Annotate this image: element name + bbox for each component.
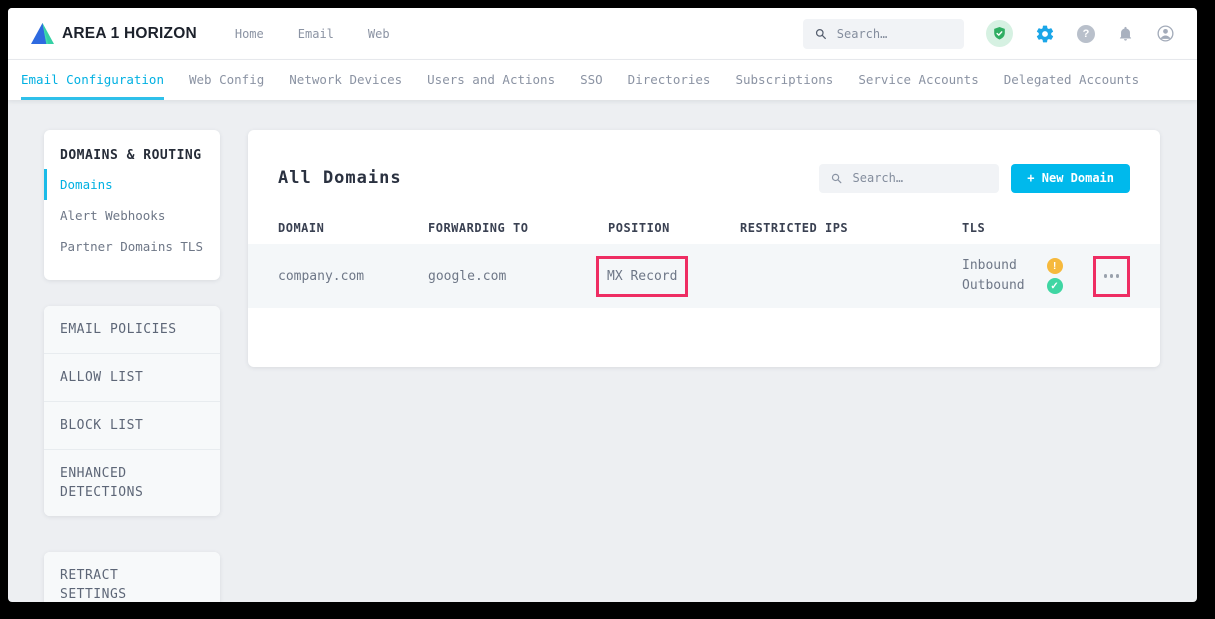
- search-icon: [815, 27, 827, 41]
- global-search-input[interactable]: [837, 27, 952, 41]
- position-cell: MX Record: [608, 256, 740, 297]
- table-header-row: DOMAIN FORWARDING TO POSITION RESTRICTED…: [248, 212, 1160, 244]
- row-actions-menu-button[interactable]: [1093, 256, 1130, 297]
- content-header: All Domains + New Domain: [248, 158, 1160, 198]
- column-header-domain: DOMAIN: [278, 221, 428, 235]
- tab-network-devices[interactable]: Network Devices: [289, 60, 402, 100]
- security-status-button[interactable]: [986, 20, 1013, 47]
- tls-outbound-label: Outbound: [962, 277, 1025, 295]
- column-header-position: POSITION: [608, 221, 740, 235]
- sidebar-item-label: BLOCK LIST: [60, 416, 192, 435]
- sidebar-item-label: EMAIL POLICIES: [60, 320, 192, 339]
- new-domain-button[interactable]: + New Domain: [1011, 164, 1130, 193]
- logo[interactable]: AREA 1 HORIZON: [30, 22, 197, 45]
- app-window: AREA 1 HORIZON Home Email Web: [8, 8, 1197, 602]
- domains-routing-card: DOMAINS & ROUTING Domains Alert Webhooks…: [44, 130, 220, 280]
- check-icon: ✓: [1047, 278, 1063, 294]
- settings-button[interactable]: [1035, 24, 1055, 44]
- tls-cell: Inbound Outbound ! ✓: [962, 257, 1092, 295]
- retract-settings-card: RETRACT SETTINGS: [44, 552, 220, 602]
- help-button[interactable]: ?: [1077, 25, 1095, 43]
- sidebar-item-label: ENHANCED DETECTIONS: [60, 464, 192, 502]
- column-header-forwarding-to: FORWARDING TO: [428, 221, 608, 235]
- sidebar-item-retract-settings[interactable]: RETRACT SETTINGS: [44, 552, 220, 602]
- sidebar: DOMAINS & ROUTING Domains Alert Webhooks…: [44, 130, 220, 602]
- tab-directories[interactable]: Directories: [628, 60, 711, 100]
- account-button[interactable]: [1156, 24, 1175, 43]
- forwarding-to-cell: google.com: [428, 269, 608, 284]
- tab-subscriptions[interactable]: Subscriptions: [735, 60, 833, 100]
- tls-labels: Inbound Outbound: [962, 257, 1025, 295]
- nav-item-email[interactable]: Email: [298, 27, 334, 41]
- tls-status-icons: ! ✓: [1047, 258, 1063, 294]
- tab-email-configuration[interactable]: Email Configuration: [21, 60, 164, 100]
- nav-item-web[interactable]: Web: [368, 27, 390, 41]
- sidebar-section-title: DOMAINS & ROUTING: [44, 148, 220, 169]
- top-navigation: Home Email Web: [235, 27, 390, 41]
- domain-cell: company.com: [278, 269, 428, 284]
- table-row: company.com google.com MX Record Inbound…: [248, 244, 1160, 308]
- sidebar-item-partner-domains-tls[interactable]: Partner Domains TLS: [44, 231, 220, 262]
- ellipsis-icon: [1104, 274, 1108, 278]
- help-icon: ?: [1083, 28, 1090, 40]
- shield-check-icon: [992, 26, 1007, 41]
- bell-icon: [1117, 25, 1134, 42]
- tls-inbound-label: Inbound: [962, 257, 1025, 275]
- tab-service-accounts[interactable]: Service Accounts: [858, 60, 978, 100]
- topbar: AREA 1 HORIZON Home Email Web: [8, 8, 1197, 60]
- logo-text: AREA 1 HORIZON: [62, 25, 197, 43]
- ellipsis-icon: [1116, 274, 1120, 278]
- domains-table: DOMAIN FORWARDING TO POSITION RESTRICTED…: [248, 212, 1160, 308]
- sidebar-item-allow-list[interactable]: ALLOW LIST: [44, 354, 220, 402]
- notifications-button[interactable]: [1117, 25, 1134, 42]
- topbar-right: ?: [803, 19, 1175, 49]
- sidebar-item-block-list[interactable]: BLOCK LIST: [44, 402, 220, 450]
- nav-item-home[interactable]: Home: [235, 27, 264, 41]
- user-icon: [1156, 24, 1175, 43]
- gear-icon: [1035, 24, 1055, 44]
- tab-web-config[interactable]: Web Config: [189, 60, 264, 100]
- content-header-actions: + New Domain: [819, 164, 1130, 193]
- column-header-restricted-ips: RESTRICTED IPS: [740, 221, 962, 235]
- warning-icon: !: [1047, 258, 1063, 274]
- tab-sso[interactable]: SSO: [580, 60, 603, 100]
- page-title: All Domains: [278, 168, 402, 188]
- all-domains-card: All Domains + New Domain DOMAIN FORWA: [248, 130, 1160, 367]
- main-area: DOMAINS & ROUTING Domains Alert Webhooks…: [8, 100, 1197, 602]
- row-actions: [1092, 256, 1130, 297]
- sidebar-item-enhanced-detections[interactable]: ENHANCED DETECTIONS: [44, 450, 220, 516]
- column-header-tls: TLS: [962, 221, 1092, 235]
- section-tabs: Email Configuration Web Config Network D…: [8, 60, 1197, 100]
- domains-search-input[interactable]: [853, 171, 988, 185]
- sidebar-item-alert-webhooks[interactable]: Alert Webhooks: [44, 200, 220, 231]
- search-icon: [831, 172, 842, 185]
- domains-search[interactable]: [819, 164, 999, 193]
- policy-sections-card: EMAIL POLICIES ALLOW LIST BLOCK LIST ENH…: [44, 306, 220, 516]
- sidebar-item-email-policies[interactable]: EMAIL POLICIES: [44, 306, 220, 354]
- sidebar-item-label: RETRACT SETTINGS: [60, 566, 192, 602]
- position-value-highlighted: MX Record: [596, 256, 688, 297]
- logo-triangle-icon: [30, 22, 55, 45]
- global-search[interactable]: [803, 19, 964, 49]
- tab-users-and-actions[interactable]: Users and Actions: [427, 60, 555, 100]
- sidebar-item-label: ALLOW LIST: [60, 368, 192, 387]
- tab-delegated-accounts[interactable]: Delegated Accounts: [1004, 60, 1139, 100]
- sidebar-item-domains[interactable]: Domains: [44, 169, 220, 200]
- ellipsis-icon: [1110, 274, 1114, 278]
